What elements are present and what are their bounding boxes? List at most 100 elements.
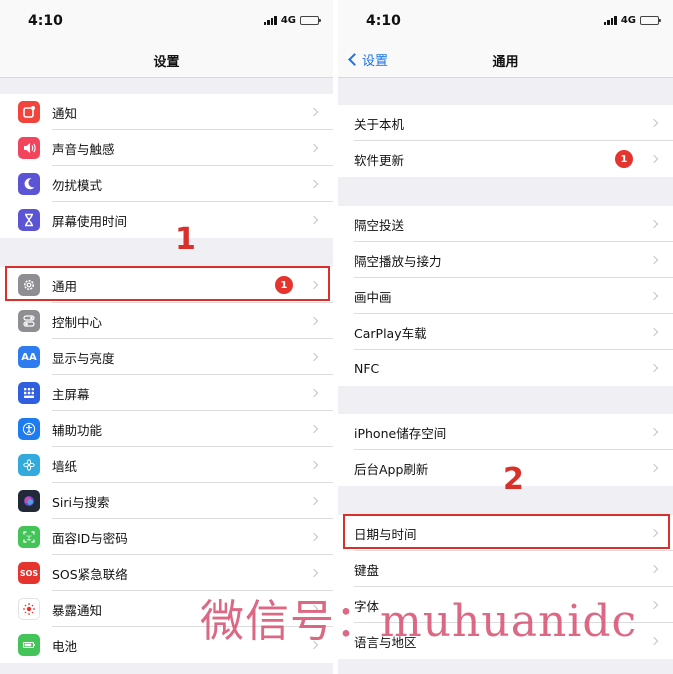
general-row-picture-in-picture[interactable]: 画中画 [338, 278, 673, 314]
general-row-airdrop[interactable]: 隔空投送 [338, 206, 673, 242]
general-row-label: 后台App刷新 [354, 461, 429, 477]
siri-icon [18, 490, 40, 512]
signal-icon [603, 16, 617, 25]
battery-icon [640, 16, 661, 25]
settings-row-face-id[interactable]: 面容ID与密码 [0, 519, 333, 555]
settings-row-label: 声音与触感 [52, 141, 115, 157]
settings-row-label: 通知 [52, 105, 78, 121]
settings-row-siri[interactable]: Siri与搜索 [0, 483, 333, 519]
settings-row-control-center[interactable]: 控制中心 [0, 303, 333, 339]
network-label: 4G [620, 15, 636, 26]
sos-icon: SOS [18, 562, 40, 584]
page-title: 设置 [153, 55, 180, 70]
settings-row-sounds[interactable]: 声音与触感 [0, 130, 333, 166]
settings-row-notifications[interactable]: 通知 [0, 94, 333, 130]
chevron-right-icon [649, 363, 659, 373]
settings-screen: 4:10 4G 设置 通知 声音与触感 勿扰模式 屏幕使用时间 通用 1 控制中… [0, 0, 333, 674]
chevron-right-icon [649, 327, 659, 337]
settings-row-do-not-disturb[interactable]: 勿扰模式 [0, 166, 333, 202]
chevron-right-icon [649, 219, 659, 229]
chevron-right-icon [649, 564, 659, 574]
settings-row-accessibility[interactable]: 辅助功能 [0, 411, 333, 447]
chevron-right-icon [309, 107, 319, 117]
chevron-right-icon [649, 600, 659, 610]
settings-row-label: 面容ID与密码 [52, 530, 128, 546]
status-bar: 4:10 4G [338, 0, 673, 42]
general-row-carplay[interactable]: CarPlay车载 [338, 314, 673, 350]
chevron-right-icon [309, 143, 319, 153]
sound-icon [18, 137, 40, 159]
battery-app-icon [18, 634, 40, 656]
settings-group-1: 通知 声音与触感 勿扰模式 屏幕使用时间 [0, 94, 333, 238]
page-title: 通用 [492, 55, 519, 70]
settings-row-label: 辅助功能 [52, 422, 103, 438]
chevron-right-icon [309, 532, 319, 542]
settings-row-label: 屏幕使用时间 [52, 213, 128, 229]
accessibility-icon [18, 418, 40, 440]
general-row-label: 日期与时间 [354, 526, 417, 542]
notification-badge: 1 [275, 276, 293, 294]
chevron-right-icon [309, 179, 319, 189]
chevron-right-icon [309, 568, 319, 578]
settings-row-display[interactable]: AA 显示与亮度 [0, 339, 333, 375]
general-row-airplay-handoff[interactable]: 隔空播放与接力 [338, 242, 673, 278]
settings-row-wallpaper[interactable]: 墙纸 [0, 447, 333, 483]
settings-row-label: 显示与亮度 [52, 350, 115, 366]
navigation-bar: 设置 通用 [338, 42, 673, 78]
status-indicators: 4G [263, 15, 321, 26]
general-row-iphone-storage[interactable]: iPhone储存空间 [338, 414, 673, 450]
chevron-right-icon [649, 118, 659, 128]
settings-row-home-screen[interactable]: 主屏幕 [0, 375, 333, 411]
notification-badge: 1 [615, 150, 633, 168]
chevron-right-icon [649, 291, 659, 301]
gear-icon [18, 274, 40, 296]
chevron-right-icon [649, 255, 659, 265]
general-row-label: CarPlay车载 [354, 325, 427, 341]
network-label: 4G [280, 15, 296, 26]
general-group-1: 关于本机 软件更新 1 [338, 105, 673, 177]
status-time: 4:10 [28, 13, 63, 29]
general-row-label: 键盘 [354, 562, 380, 578]
general-group-2: 隔空投送 隔空播放与接力 画中画 CarPlay车载 NFC [338, 206, 673, 386]
chevron-right-icon [309, 280, 319, 290]
flower-icon [18, 454, 40, 476]
navigation-bar: 设置 [0, 42, 333, 78]
settings-row-screen-time[interactable]: 屏幕使用时间 [0, 202, 333, 238]
general-row-keyboard[interactable]: 键盘 [338, 551, 673, 587]
general-row-about[interactable]: 关于本机 [338, 105, 673, 141]
general-row-label: NFC [354, 360, 380, 376]
chevron-right-icon [649, 528, 659, 538]
signal-icon [263, 16, 277, 25]
chevron-right-icon [309, 316, 319, 326]
chevron-right-icon [649, 636, 659, 646]
settings-row-label: 暴露通知 [52, 602, 103, 618]
general-row-software-update[interactable]: 软件更新 1 [338, 141, 673, 177]
settings-row-emergency-sos[interactable]: SOS SOS紧急联络 [0, 555, 333, 591]
settings-row-label: 电池 [52, 638, 78, 654]
status-time: 4:10 [366, 13, 401, 29]
general-row-nfc[interactable]: NFC [338, 350, 673, 386]
settings-row-label: 主屏幕 [52, 386, 90, 402]
general-row-label: 隔空投送 [354, 217, 405, 233]
status-bar: 4:10 4G [0, 0, 333, 42]
settings-row-general[interactable]: 通用 1 [0, 267, 333, 303]
notifications-icon [18, 101, 40, 123]
general-row-label: iPhone储存空间 [354, 425, 447, 441]
general-row-label: 关于本机 [354, 116, 405, 132]
settings-row-label: 通用 [52, 278, 78, 294]
chevron-right-icon [309, 352, 319, 362]
chevron-right-icon [649, 463, 659, 473]
chevron-right-icon [649, 427, 659, 437]
step-number-2: 2 [503, 462, 524, 497]
watermark-text: 微信号：muhuanidc [200, 596, 638, 647]
chevron-right-icon [309, 388, 319, 398]
general-row-label: 画中画 [354, 289, 392, 305]
status-indicators: 4G [603, 15, 661, 26]
general-row-date-time[interactable]: 日期与时间 [338, 515, 673, 551]
general-row-label: 隔空播放与接力 [354, 253, 442, 269]
general-row-label: 软件更新 [354, 152, 405, 168]
hourglass-icon [18, 209, 40, 231]
chevron-right-icon [309, 460, 319, 470]
toggles-icon [18, 310, 40, 332]
settings-row-label: SOS紧急联络 [52, 566, 128, 582]
